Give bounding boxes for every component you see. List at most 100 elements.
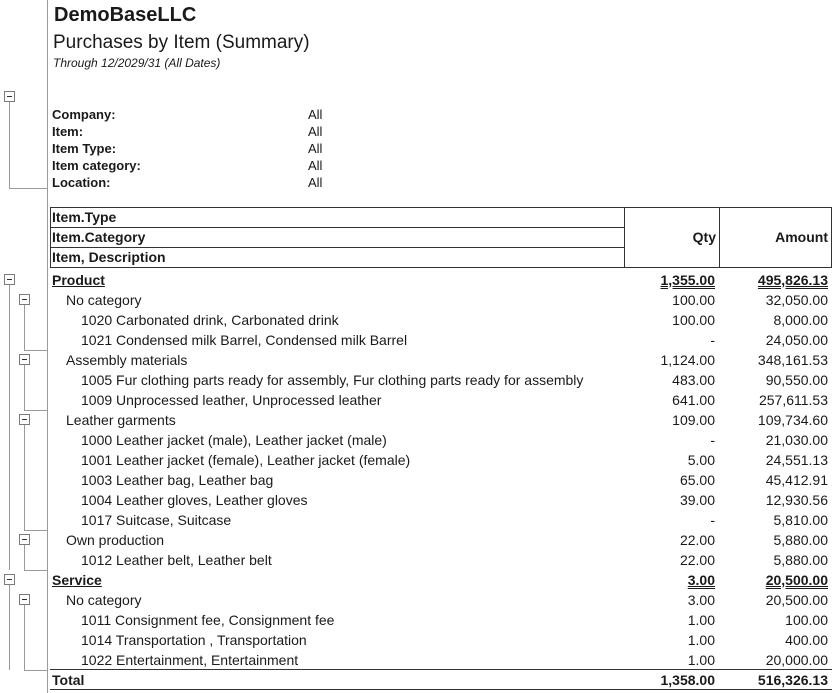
table-row-group[interactable]: Product 1,355.00 495,826.13 bbox=[52, 270, 832, 290]
collapse-header-icon[interactable] bbox=[4, 91, 15, 102]
row-description: Leather garments bbox=[66, 412, 176, 428]
row-amount: 90,550.00 bbox=[765, 372, 828, 388]
row-qty: 100.00 bbox=[672, 292, 715, 308]
row-description: Product bbox=[52, 272, 105, 288]
row-qty: 1,124.00 bbox=[660, 352, 716, 368]
row-description: No category bbox=[66, 592, 142, 608]
column-header-item-description[interactable]: Item, Description bbox=[52, 249, 166, 265]
table-row-category[interactable]: Leather garments 109.00 109,734.60 bbox=[52, 410, 832, 430]
table-row[interactable]: 1014 Transportation , Transportation 1.0… bbox=[52, 630, 832, 650]
row-description: Service bbox=[52, 572, 102, 588]
row-qty: 1,355.00 bbox=[660, 272, 716, 288]
row-amount: 257,611.53 bbox=[758, 392, 828, 408]
collapse-product-icon[interactable] bbox=[4, 274, 15, 285]
table-row-category[interactable]: Own production 22.00 5,880.00 bbox=[52, 530, 832, 550]
collapse-category-icon[interactable] bbox=[19, 414, 30, 425]
row-description: Assembly materials bbox=[66, 352, 188, 368]
table-row[interactable]: 1020 Carbonated drink, Carbonated drink … bbox=[52, 310, 832, 330]
company-name: DemoBaseLLC bbox=[54, 4, 197, 26]
filter-value: All bbox=[308, 158, 323, 173]
row-description: 1005 Fur clothing parts ready for assemb… bbox=[81, 372, 584, 388]
column-header-amount[interactable]: Amount bbox=[775, 229, 828, 245]
row-qty: 3.00 bbox=[687, 592, 715, 608]
row-amount: 100.00 bbox=[785, 612, 828, 628]
row-qty: 5.00 bbox=[687, 452, 715, 468]
collapse-service-icon[interactable] bbox=[4, 574, 15, 585]
row-description: 1003 Leather bag, Leather bag bbox=[81, 472, 274, 488]
row-amount: 45,412.91 bbox=[765, 472, 828, 488]
row-qty: 22.00 bbox=[679, 532, 715, 548]
table-row[interactable]: 1003 Leather bag, Leather bag 65.00 45,4… bbox=[52, 470, 832, 490]
filter-label: Company: bbox=[52, 107, 116, 122]
row-description: 1011 Consignment fee, Consignment fee bbox=[81, 612, 335, 628]
tree-line bbox=[24, 530, 47, 531]
row-description: Own production bbox=[66, 532, 165, 548]
table-row[interactable]: 1011 Consignment fee, Consignment fee 1.… bbox=[52, 610, 832, 630]
table-row-total[interactable]: Total 1,358.00 516,326.13 bbox=[52, 670, 832, 690]
filter-label: Location: bbox=[52, 175, 111, 190]
table-row-category[interactable]: Assembly materials 1,124.00 348,161.53 bbox=[52, 350, 832, 370]
filter-label: Item category: bbox=[52, 158, 141, 173]
tree-line bbox=[24, 350, 47, 351]
row-description: 1022 Entertainment, Entertainment bbox=[81, 652, 299, 668]
table-row[interactable]: 1001 Leather jacket (female), Leather ja… bbox=[52, 450, 832, 470]
row-amount: 400.00 bbox=[785, 632, 828, 648]
row-description: 1020 Carbonated drink, Carbonated drink bbox=[81, 312, 339, 328]
column-header-item-type[interactable]: Item.Type bbox=[52, 209, 116, 225]
table-row-category[interactable]: No category 3.00 20,500.00 bbox=[52, 590, 832, 610]
row-amount: 5,880.00 bbox=[773, 552, 829, 568]
table-row[interactable]: 1022 Entertainment, Entertainment 1.00 2… bbox=[52, 650, 832, 670]
row-amount: 12,930.56 bbox=[765, 492, 828, 508]
row-amount: 20,000.00 bbox=[765, 652, 828, 668]
row-description: 1004 Leather gloves, Leather gloves bbox=[81, 492, 308, 508]
row-qty: 1.00 bbox=[687, 612, 715, 628]
tree-line bbox=[24, 425, 25, 530]
row-qty: 39.00 bbox=[679, 492, 715, 508]
tree-line bbox=[9, 585, 10, 670]
tree-line bbox=[9, 188, 47, 189]
table-row[interactable]: 1005 Fur clothing parts ready for assemb… bbox=[52, 370, 832, 390]
tree-line bbox=[24, 570, 47, 571]
collapse-category-icon[interactable] bbox=[19, 354, 30, 365]
column-header-qty[interactable]: Qty bbox=[693, 229, 716, 245]
table-row[interactable]: 1004 Leather gloves, Leather gloves 39.0… bbox=[52, 490, 832, 510]
row-qty: 109.00 bbox=[672, 412, 715, 428]
tree-line bbox=[24, 365, 25, 410]
column-header-item-category[interactable]: Item.Category bbox=[52, 229, 145, 245]
table-row[interactable]: 1012 Leather belt, Leather belt 22.00 5,… bbox=[52, 550, 832, 570]
row-amount: 20,500.00 bbox=[765, 592, 828, 608]
row-amount: 24,551.13 bbox=[765, 452, 828, 468]
tree-line bbox=[24, 545, 25, 570]
row-amount: 20,500.00 bbox=[765, 572, 828, 588]
row-amount: 348,161.53 bbox=[757, 352, 828, 368]
row-amount: 5,880.00 bbox=[773, 532, 829, 548]
filter-value: All bbox=[308, 141, 323, 156]
table-row-group[interactable]: Service 3.00 20,500.00 bbox=[52, 570, 832, 590]
row-qty: 1.00 bbox=[687, 632, 715, 648]
row-amount: 32,050.00 bbox=[765, 292, 828, 308]
collapse-category-icon[interactable] bbox=[19, 534, 30, 545]
row-qty: 100.00 bbox=[672, 312, 715, 328]
row-qty: - bbox=[710, 332, 715, 348]
total-label: Total bbox=[52, 672, 85, 688]
tree-line bbox=[24, 670, 47, 671]
tree-line bbox=[24, 605, 25, 670]
table-row[interactable]: 1009 Unprocessed leather, Unprocessed le… bbox=[52, 390, 832, 410]
row-amount: 5,810.00 bbox=[773, 512, 829, 528]
table-header-group1-cell bbox=[50, 207, 625, 228]
row-description: 1001 Leather jacket (female), Leather ja… bbox=[81, 452, 411, 468]
collapse-category-icon[interactable] bbox=[19, 294, 30, 305]
table-row-category[interactable]: No category 100.00 32,050.00 bbox=[52, 290, 832, 310]
report-title: Purchases by Item (Summary) bbox=[53, 32, 310, 53]
filter-label: Item: bbox=[52, 124, 84, 139]
table-row[interactable]: 1017 Suitcase, Suitcase - 5,810.00 bbox=[52, 510, 832, 530]
row-amount: 21,030.00 bbox=[765, 432, 828, 448]
tree-line bbox=[9, 285, 10, 570]
row-description: 1000 Leather jacket (male), Leather jack… bbox=[81, 432, 387, 448]
table-row[interactable]: 1021 Condensed milk Barrel, Condensed mi… bbox=[52, 330, 832, 350]
row-qty: 1.00 bbox=[687, 652, 715, 668]
collapse-category-icon[interactable] bbox=[19, 594, 30, 605]
table-row[interactable]: 1000 Leather jacket (male), Leather jack… bbox=[52, 430, 832, 450]
row-amount: 109,734.60 bbox=[757, 412, 828, 428]
row-description: 1009 Unprocessed leather, Unprocessed le… bbox=[81, 392, 382, 408]
